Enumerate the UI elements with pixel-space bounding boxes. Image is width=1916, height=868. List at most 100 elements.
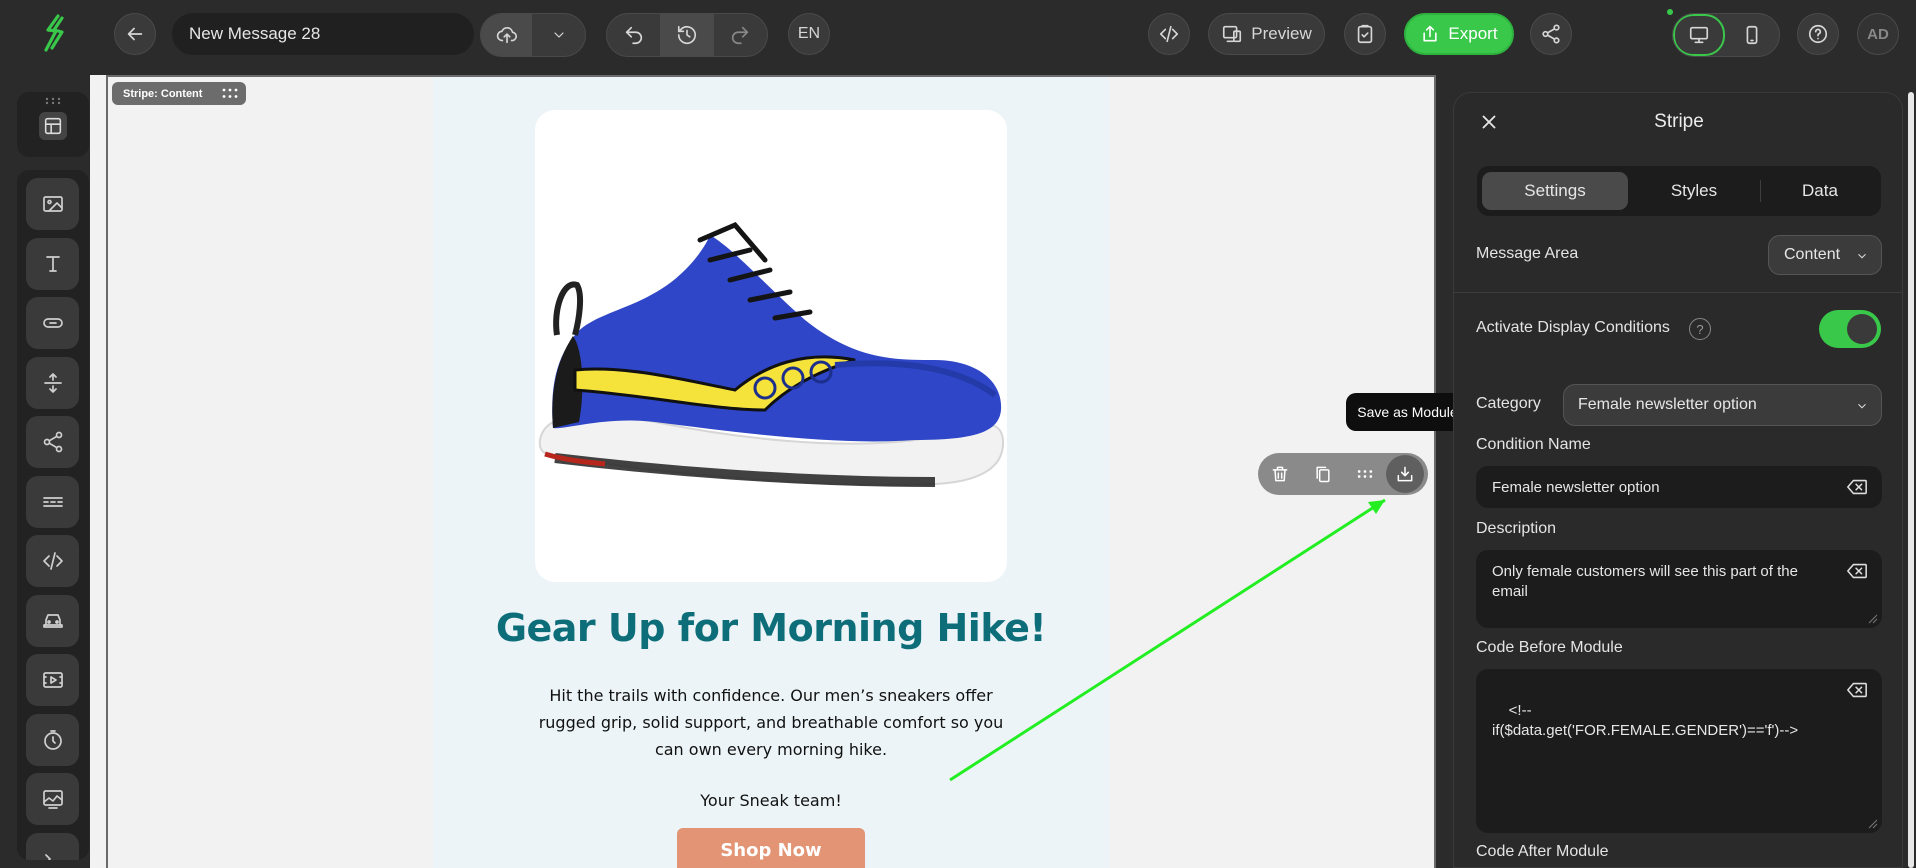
save-as-module-tooltip: Save as Module <box>1346 393 1469 431</box>
user-avatar[interactable]: AD <box>1857 13 1899 55</box>
toggle-knob <box>1847 314 1877 344</box>
divider-block-button[interactable] <box>26 476 79 528</box>
redo-button[interactable] <box>714 14 767 56</box>
device-toggle <box>1672 13 1780 57</box>
stripe-tag-text: Stripe: Content <box>123 87 203 100</box>
text-block-button[interactable] <box>26 238 79 290</box>
resize-grip-icon[interactable] <box>1868 614 1878 624</box>
annotation-arrow <box>949 498 1386 782</box>
category-label: Category <box>1476 395 1541 412</box>
button-block-button[interactable] <box>26 297 79 349</box>
redo-icon <box>732 26 749 45</box>
language-label: EN <box>797 25 821 42</box>
html-block-button[interactable] <box>26 535 79 587</box>
message-area-dropdown[interactable]: Content <box>1768 235 1882 275</box>
save-options-dropdown[interactable] <box>532 14 585 56</box>
product-image[interactable] <box>535 110 1007 582</box>
image-block-button[interactable] <box>26 178 79 230</box>
move-stripe-button[interactable] <box>1352 461 1378 487</box>
duplicate-stripe-button[interactable] <box>1310 461 1336 487</box>
code-icon <box>1159 25 1179 43</box>
shop-now-label: Shop Now <box>720 840 822 861</box>
condition-name-input[interactable]: Female newsletter option <box>1476 466 1882 508</box>
video-block-button[interactable] <box>26 654 79 706</box>
email-signoff[interactable]: Your Sneak team! <box>433 791 1109 810</box>
tab-styles[interactable]: Styles <box>1630 172 1758 210</box>
trash-icon <box>1272 466 1288 482</box>
spacer-icon <box>43 373 62 393</box>
checklist-button[interactable] <box>1344 13 1386 55</box>
online-indicator <box>1667 9 1673 15</box>
message-area-label: Message Area <box>1476 245 1579 262</box>
panel-title: Stripe <box>1654 111 1704 132</box>
help-button[interactable] <box>1797 13 1839 55</box>
version-history-button[interactable] <box>660 14 714 56</box>
timer-block-button[interactable] <box>26 714 79 766</box>
delete-stripe-button[interactable] <box>1267 461 1293 487</box>
download-tray-icon <box>1397 466 1413 482</box>
back-button[interactable] <box>114 13 156 55</box>
description-value: Only female customers will see this part… <box>1492 563 1798 600</box>
resize-grip-icon[interactable] <box>1868 819 1878 829</box>
drag-handle-icon[interactable] <box>222 88 238 99</box>
cloud-save-button[interactable] <box>481 14 533 56</box>
tab-settings[interactable]: Settings <box>1482 172 1628 210</box>
description-label: Description <box>1476 520 1557 537</box>
preview-button[interactable]: Preview <box>1208 13 1325 55</box>
desktop-view-button[interactable] <box>1673 14 1725 56</box>
history-icon <box>677 25 697 45</box>
save-group <box>480 13 586 57</box>
devices-icon <box>1223 25 1242 43</box>
history-group <box>606 13 768 57</box>
mobile-view-button[interactable] <box>1725 14 1779 56</box>
message-title-input[interactable]: New Message 28 <box>172 13 474 55</box>
divider-icon <box>42 497 63 507</box>
text-icon <box>45 256 60 272</box>
message-area-value: Content <box>1784 246 1841 263</box>
shop-now-button[interactable]: Shop Now <box>677 828 865 868</box>
social-block-button[interactable] <box>26 416 79 468</box>
car-icon <box>42 614 63 628</box>
section-divider <box>1454 292 1902 293</box>
clear-input-icon[interactable] <box>1846 681 1868 699</box>
share-button[interactable] <box>1530 13 1572 55</box>
code-view-button[interactable] <box>1148 13 1190 55</box>
button-icon <box>42 318 63 328</box>
undo-button[interactable] <box>607 14 660 56</box>
display-conditions-toggle[interactable] <box>1819 310 1881 348</box>
export-button[interactable]: Export <box>1404 13 1514 55</box>
stripe-label-tag[interactable]: Stripe: Content <box>112 82 246 105</box>
code-before-label: Code Before Module <box>1476 639 1623 656</box>
menu-block-button[interactable] <box>26 833 79 860</box>
code-icon <box>42 552 63 570</box>
panel-scrollbar[interactable] <box>1906 92 1916 868</box>
category-value: Female newsletter option <box>1578 396 1757 413</box>
sneaker-illustration <box>538 221 1005 487</box>
desktop-icon <box>1689 26 1709 44</box>
tab-data-label: Data <box>1802 181 1838 200</box>
scrollbar-thumb[interactable] <box>1908 92 1914 868</box>
chevron-down-icon <box>553 32 564 38</box>
mobile-icon <box>1746 25 1758 45</box>
tab-data[interactable]: Data <box>1762 172 1878 210</box>
help-icon[interactable]: ? <box>1689 318 1711 340</box>
drag-dots-icon <box>1357 470 1373 478</box>
timer-icon <box>43 730 62 750</box>
export-label: Export <box>1448 24 1498 43</box>
banner-block-button[interactable] <box>26 773 79 825</box>
panel-tabs: Settings Styles Data <box>1477 166 1881 216</box>
banner-icon <box>42 790 63 809</box>
spacer-block-button[interactable] <box>26 357 79 409</box>
share-icon <box>1542 24 1560 44</box>
language-button[interactable]: EN <box>788 13 830 55</box>
undo-icon <box>625 26 642 45</box>
amp-carousel-block-button[interactable] <box>26 595 79 647</box>
category-dropdown[interactable]: Female newsletter option <box>1563 384 1882 426</box>
save-as-module-button[interactable] <box>1392 461 1418 487</box>
description-textarea[interactable]: Only female customers will see this part… <box>1476 550 1882 628</box>
code-before-textarea[interactable]: <!-- if($data.get('FOR.FEMALE.GENDER')==… <box>1476 669 1882 833</box>
arrow-left-icon <box>127 27 143 41</box>
clear-input-icon[interactable] <box>1846 562 1868 580</box>
layout-blocks-toggle[interactable] <box>17 92 89 157</box>
clear-input-icon[interactable] <box>1846 478 1868 496</box>
